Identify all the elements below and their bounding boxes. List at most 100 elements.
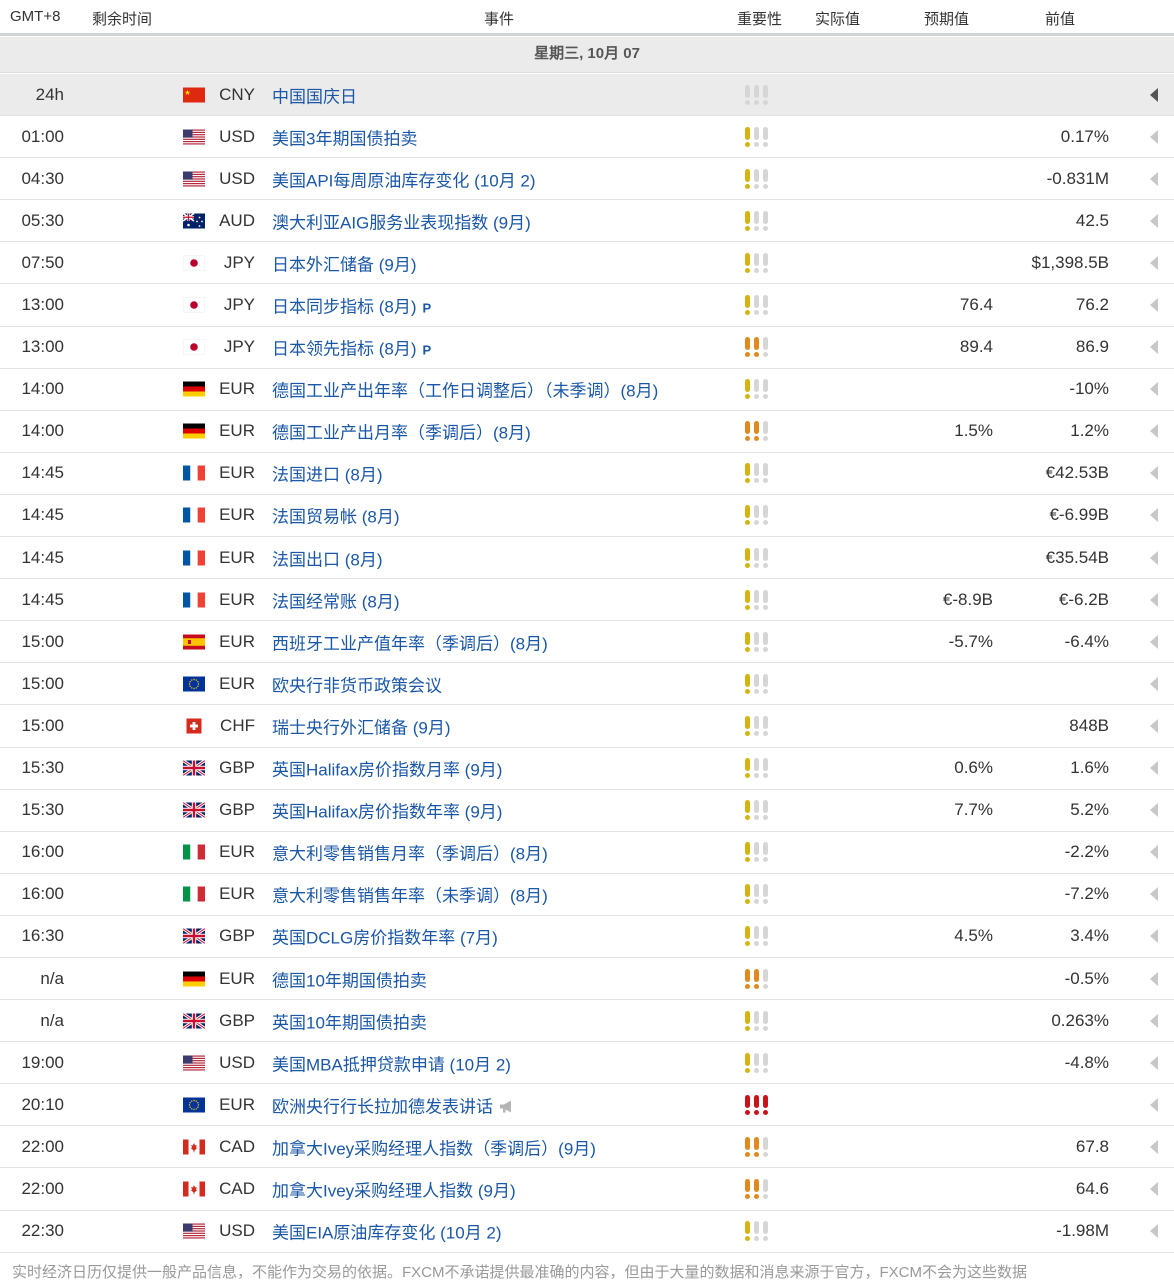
event-link[interactable]: 法国经常账 (8月): [272, 587, 400, 612]
event-row[interactable]: 13:00 JPY 日本领先指标 (8月) P 89.4 86.9: [0, 326, 1174, 369]
event-row[interactable]: 16:00 EUR 意大利零售销售年率（未季调）(8月) -7.2%: [0, 873, 1174, 916]
expand-arrow-icon[interactable]: [1148, 1097, 1160, 1113]
event-row[interactable]: 07:50 JPY 日本外汇储备 (9月) $1,398.5B: [0, 242, 1174, 285]
event-title: 中国国庆日: [272, 87, 357, 107]
expand-arrow-icon[interactable]: [1148, 507, 1160, 523]
event-row[interactable]: 16:30 GBP 英国DCLG房价指数年率 (7月) 4.5% 3.4%: [0, 915, 1174, 958]
event-link[interactable]: 日本领先指标 (8月) P: [272, 335, 431, 360]
expand-arrow-icon[interactable]: [1148, 928, 1160, 944]
event-time: 14:00: [21, 421, 64, 441]
event-link[interactable]: 中国国庆日: [272, 82, 357, 107]
expand-arrow-icon[interactable]: [1148, 213, 1160, 229]
event-row[interactable]: 15:00 CHF 瑞士央行外汇储备 (9月) 848B: [0, 705, 1174, 748]
expand-arrow-icon[interactable]: [1148, 465, 1160, 481]
flag-uk-icon: [183, 802, 205, 818]
event-row[interactable]: 14:45 EUR 法国经常账 (8月) €-8.9B €-6.2B: [0, 579, 1174, 622]
event-link[interactable]: 德国工业产出月率（季调后）(8月): [272, 419, 531, 444]
importance-indicator: [743, 589, 773, 611]
expand-arrow-icon[interactable]: [1148, 1223, 1160, 1239]
event-row[interactable]: 01:00 USD 美国3年期国债拍卖 0.17%: [0, 116, 1174, 159]
event-row[interactable]: 20:10 EUR 欧洲央行行长拉加德发表讲话: [0, 1084, 1174, 1127]
expand-arrow-icon[interactable]: [1148, 718, 1160, 734]
event-link[interactable]: 英国Halifax房价指数月率 (9月): [272, 756, 502, 781]
expand-arrow-icon[interactable]: [1148, 339, 1160, 355]
expand-arrow-icon[interactable]: [1148, 760, 1160, 776]
timezone-header[interactable]: GMT+8: [10, 8, 60, 25]
event-link[interactable]: 英国Halifax房价指数年率 (9月): [272, 798, 502, 823]
event-link[interactable]: 加拿大Ivey采购经理人指数（季调后）(9月): [272, 1134, 596, 1159]
expand-arrow-icon[interactable]: [1148, 971, 1160, 987]
expand-arrow-icon[interactable]: [1148, 1181, 1160, 1197]
event-link[interactable]: 欧洲央行行长拉加德发表讲话: [272, 1092, 517, 1117]
event-row[interactable]: 14:45 EUR 法国贸易帐 (8月) €-6.99B: [0, 494, 1174, 538]
event-row[interactable]: 15:00 EUR 西班牙工业产值年率（季调后）(8月) -5.7% -6.4%: [0, 621, 1174, 664]
expand-arrow-icon[interactable]: [1148, 171, 1160, 187]
event-row[interactable]: 19:00 USD 美国MBA抵押贷款申请 (10月 2) -4.8%: [0, 1042, 1174, 1085]
event-row[interactable]: 14:00 EUR 德国工业产出月率（季调后）(8月) 1.5% 1.2%: [0, 410, 1174, 453]
expand-arrow-icon[interactable]: [1148, 634, 1160, 650]
event-link[interactable]: 英国DCLG房价指数年率 (7月): [272, 924, 498, 949]
event-link[interactable]: 意大利零售销售月率（季调后）(8月): [272, 840, 548, 865]
event-row[interactable]: 04:30 USD 美国API每周原油库存变化 (10月 2) -0.831M: [0, 158, 1174, 201]
event-row[interactable]: n/a GBP 英国10年期国债拍卖 0.263%: [0, 1000, 1174, 1043]
event-row[interactable]: 16:00 EUR 意大利零售销售月率（季调后）(8月) -2.2%: [0, 831, 1174, 874]
event-link[interactable]: 西班牙工业产值年率（季调后）(8月): [272, 629, 548, 654]
event-row[interactable]: 14:45 EUR 法国进口 (8月) €42.53B: [0, 452, 1174, 495]
event-link[interactable]: 法国出口 (8月): [272, 545, 383, 570]
event-link[interactable]: 瑞士央行外汇储备 (9月): [272, 713, 451, 738]
event-row[interactable]: 15:30 GBP 英国Halifax房价指数年率 (9月) 7.7% 5.2%: [0, 789, 1174, 832]
event-row[interactable]: 22:00 CAD 加拿大Ivey采购经理人指数 (9月) 64.6: [0, 1168, 1174, 1211]
event-time: 15:00: [21, 715, 64, 735]
expand-arrow-icon[interactable]: [1148, 1055, 1160, 1071]
expand-arrow-icon[interactable]: [1148, 423, 1160, 439]
remaining-time-header[interactable]: 剩余时间: [92, 8, 152, 29]
event-row[interactable]: 15:30 GBP 英国Halifax房价指数月率 (9月) 0.6% 1.6%: [0, 747, 1174, 790]
event-link[interactable]: 澳大利亚AIG服务业表现指数 (9月): [272, 208, 531, 233]
currency-code: GBP: [219, 800, 255, 820]
event-link[interactable]: 德国工业产出年率（工作日调整后）（未季调）(8月): [272, 377, 658, 402]
event-link[interactable]: 英国10年期国债拍卖: [272, 1008, 427, 1033]
event-row[interactable]: 24h CNY 中国国庆日: [0, 74, 1174, 117]
currency-code: CAD: [219, 1136, 255, 1156]
event-row[interactable]: 05:30 AUD 澳大利亚AIG服务业表现指数 (9月) 42.5: [0, 200, 1174, 243]
expand-arrow-icon[interactable]: [1148, 297, 1160, 313]
event-row[interactable]: 14:00 EUR 德国工业产出年率（工作日调整后）（未季调）(8月) -10%: [0, 368, 1174, 411]
expand-arrow-icon[interactable]: [1148, 129, 1160, 145]
flag-france-icon: [183, 465, 205, 481]
event-title: 法国经常账 (8月): [272, 592, 400, 612]
expand-arrow-icon[interactable]: [1148, 550, 1160, 566]
expand-arrow-icon[interactable]: [1148, 844, 1160, 860]
event-row[interactable]: 22:30 USD 美国EIA原油库存变化 (10月 2) -1.98M: [0, 1210, 1174, 1253]
expand-arrow-icon[interactable]: [1148, 802, 1160, 818]
event-link[interactable]: 加拿大Ivey采购经理人指数 (9月): [272, 1176, 516, 1201]
event-link[interactable]: 日本外汇储备 (9月): [272, 250, 417, 275]
event-row[interactable]: 14:45 EUR 法国出口 (8月) €35.54B: [0, 537, 1174, 580]
event-link[interactable]: 美国MBA抵押贷款申请 (10月 2): [272, 1050, 511, 1075]
importance-indicator: [743, 841, 773, 863]
event-link[interactable]: 意大利零售销售年率（未季调）(8月): [272, 882, 548, 907]
event-link[interactable]: 法国进口 (8月): [272, 461, 383, 486]
event-row[interactable]: 15:00 EUR 欧央行非货币政策会议: [0, 663, 1174, 706]
disclaimer-text: 实时经济日历仅提供一般产品信息，不能作为交易的依据。FXCM不承诺提供最准确的内…: [0, 1252, 1174, 1280]
expand-arrow-icon[interactable]: [1148, 676, 1160, 692]
event-link[interactable]: 德国10年期国债拍卖: [272, 966, 427, 991]
expand-arrow-icon[interactable]: [1148, 255, 1160, 271]
expand-arrow-icon[interactable]: [1148, 381, 1160, 397]
event-link[interactable]: 日本同步指标 (8月) P: [272, 293, 431, 318]
expand-arrow-icon[interactable]: [1148, 87, 1160, 103]
event-link[interactable]: 美国EIA原油库存变化 (10月 2): [272, 1219, 502, 1244]
event-row[interactable]: 13:00 JPY 日本同步指标 (8月) P 76.4 76.2: [0, 284, 1174, 327]
event-link[interactable]: 美国API每周原油库存变化 (10月 2): [272, 166, 536, 191]
event-link[interactable]: 美国3年期国债拍卖: [272, 124, 417, 149]
event-row[interactable]: n/a EUR 德国10年期国债拍卖 -0.5%: [0, 957, 1174, 1001]
event-link[interactable]: 法国贸易帐 (8月): [272, 503, 400, 528]
expand-arrow-icon[interactable]: [1148, 592, 1160, 608]
expand-arrow-icon[interactable]: [1148, 1013, 1160, 1029]
flag-usa-icon: [183, 129, 205, 145]
importance-indicator: [743, 1010, 773, 1032]
expand-arrow-icon[interactable]: [1148, 1139, 1160, 1155]
expand-arrow-icon[interactable]: [1148, 886, 1160, 902]
event-time: 22:00: [21, 1136, 64, 1156]
event-row[interactable]: 22:00 CAD 加拿大Ivey采购经理人指数（季调后）(9月) 67.8: [0, 1126, 1174, 1169]
event-link[interactable]: 欧央行非货币政策会议: [272, 671, 442, 696]
